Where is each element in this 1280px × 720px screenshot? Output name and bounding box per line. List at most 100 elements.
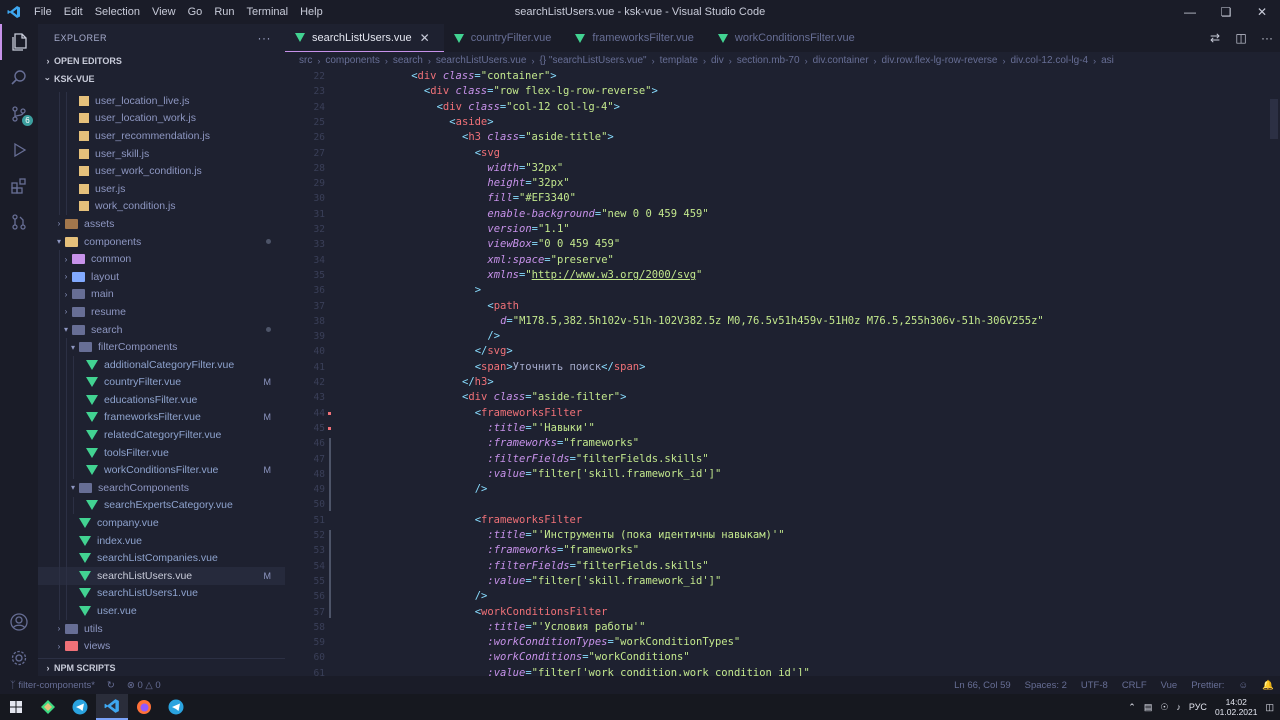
file-item[interactable]: additionalCategoryFilter.vue — [38, 355, 285, 374]
scrollbar-thumb[interactable] — [1270, 99, 1278, 139]
breadcrumb-item[interactable]: asi — [1101, 55, 1114, 66]
open-editors-section[interactable]: › OPEN EDITORS — [38, 52, 285, 70]
sync-icon[interactable]: ↻ — [107, 680, 115, 691]
pull-requests-icon[interactable] — [0, 204, 38, 240]
windows-start-icon[interactable] — [0, 694, 32, 720]
file-item[interactable]: countryFilter.vue M — [38, 373, 285, 392]
open-changes-icon[interactable]: ⇄ — [1202, 31, 1228, 45]
search-icon[interactable] — [0, 60, 38, 96]
cursor-position[interactable]: Ln 66, Col 59 — [954, 680, 1011, 691]
source-control-icon[interactable]: 6 — [0, 96, 38, 132]
breadcrumb-item[interactable]: template — [660, 55, 698, 66]
code-editor[interactable]: 22 <div class="container"> 23 <div class="r… — [285, 69, 1280, 676]
file-item[interactable]: workConditionsFilter.vue M — [38, 461, 285, 480]
file-item[interactable]: searchExpertsCategory.vue — [38, 496, 285, 515]
breadcrumb-item[interactable]: section.mb-70 — [737, 55, 800, 66]
menu-item-terminal[interactable]: Terminal — [241, 0, 295, 24]
run-debug-icon[interactable] — [0, 132, 38, 168]
project-section[interactable]: › KSK-VUE — [38, 70, 285, 88]
more-actions-icon[interactable]: ··· — [1254, 31, 1280, 45]
sourcetree-app-icon[interactable] — [32, 694, 64, 720]
wifi-icon[interactable]: ☉ — [1160, 702, 1168, 713]
menu-item-edit[interactable]: Edit — [58, 0, 89, 24]
vscode-app-icon[interactable] — [96, 694, 128, 720]
editor-tab[interactable]: frameworksFilter.vue — [565, 24, 707, 52]
telegram-app-icon-2[interactable] — [160, 694, 192, 720]
prettier-status[interactable]: Prettier: — [1191, 680, 1224, 691]
file-item[interactable]: toolsFilter.vue — [38, 443, 285, 462]
language-indicator[interactable]: РУС — [1189, 702, 1207, 712]
maximize-icon[interactable]: ❏ — [1208, 0, 1244, 24]
menu-item-go[interactable]: Go — [182, 0, 209, 24]
breadcrumb-item[interactable]: div.col-12.col-lg-4 — [1010, 55, 1088, 66]
tray-expand-icon[interactable]: ⌃ — [1128, 702, 1136, 713]
folder-item[interactable]: › assets — [38, 215, 285, 233]
file-item[interactable]: searchListUsers1.vue — [38, 584, 285, 603]
account-icon[interactable] — [0, 604, 38, 640]
breadcrumb-item[interactable]: search — [393, 55, 423, 66]
close-tab-icon[interactable]: ✕ — [420, 31, 430, 45]
split-editor-icon[interactable]: ◫ — [1228, 31, 1254, 45]
folder-item[interactable]: › views — [38, 637, 285, 655]
clock[interactable]: 14:02 01.02.2021 — [1215, 697, 1258, 717]
file-item[interactable]: user.vue — [38, 602, 285, 620]
npm-scripts-section[interactable]: › NPM SCRIPTS — [38, 658, 285, 676]
feedback-icon[interactable]: ☺ — [1238, 680, 1248, 691]
minimap[interactable] — [1268, 69, 1280, 676]
folder-item[interactable]: › utils — [38, 620, 285, 638]
file-item[interactable]: work_condition.js — [38, 197, 285, 216]
breadcrumb-item[interactable]: {} "searchListUsers.vue" — [539, 55, 646, 66]
close-icon[interactable]: ✕ — [1244, 0, 1280, 24]
file-item[interactable]: index.vue — [38, 531, 285, 550]
menu-item-file[interactable]: File — [28, 0, 58, 24]
branch-status[interactable]: ᛉ filter-components* — [10, 680, 95, 691]
editor-tab[interactable]: searchListUsers.vue ✕ — [285, 24, 444, 52]
firefox-app-icon[interactable] — [128, 694, 160, 720]
editor-tab[interactable]: countryFilter.vue — [444, 24, 566, 52]
file-item[interactable]: user_work_condition.js — [38, 162, 285, 180]
file-item[interactable]: user_location_work.js — [38, 109, 285, 128]
telegram-app-icon[interactable] — [64, 694, 96, 720]
folder-item[interactable]: ▾ searchComponents — [38, 479, 285, 497]
breadcrumb-item[interactable]: div — [711, 55, 724, 66]
menu-item-view[interactable]: View — [146, 0, 182, 24]
file-item[interactable]: searchListUsers.vue M — [38, 567, 285, 585]
file-item[interactable]: relatedCategoryFilter.vue — [38, 426, 285, 444]
settings-gear-icon[interactable] — [0, 640, 38, 676]
menu-item-help[interactable]: Help — [294, 0, 329, 24]
language-mode[interactable]: Vue — [1161, 680, 1178, 691]
breadcrumb-item[interactable]: components — [325, 55, 379, 66]
file-item[interactable]: user_recommendation.js — [38, 127, 285, 145]
folder-item[interactable]: ▾ search — [38, 320, 285, 339]
volume-icon[interactable]: ♪ — [1176, 702, 1181, 712]
notification-center-icon[interactable]: ◫ — [1265, 702, 1274, 713]
file-item[interactable]: educationsFilter.vue — [38, 391, 285, 409]
more-actions-icon[interactable]: ··· — [258, 31, 272, 45]
folder-item[interactable]: › main — [38, 285, 285, 304]
breadcrumb-item[interactable]: div.row.flex-lg-row-reverse — [882, 55, 998, 66]
encoding[interactable]: UTF-8 — [1081, 680, 1108, 691]
folder-item[interactable]: ▾ components — [38, 233, 285, 251]
menu-item-selection[interactable]: Selection — [89, 0, 146, 24]
explorer-icon[interactable] — [0, 24, 38, 60]
breadcrumb-item[interactable]: div.container — [813, 55, 869, 66]
notifications-icon[interactable]: 🔔 — [1262, 680, 1274, 691]
editor-tab[interactable]: workConditionsFilter.vue — [708, 24, 869, 52]
folder-item[interactable]: › layout — [38, 267, 285, 286]
folder-item[interactable]: ▾ filterComponents — [38, 338, 285, 356]
problems-status[interactable]: ⊗ 0 △ 0 — [127, 680, 161, 691]
file-item[interactable]: frameworksFilter.vue M — [38, 408, 285, 427]
folder-item[interactable]: › common — [38, 250, 285, 268]
file-item[interactable]: user_skill.js — [38, 144, 285, 163]
extensions-icon[interactable] — [0, 168, 38, 204]
network-icon[interactable]: ▤ — [1144, 702, 1153, 713]
file-item[interactable]: user.js — [38, 179, 285, 198]
file-item[interactable]: user_location_live.js — [38, 92, 285, 110]
menu-item-run[interactable]: Run — [208, 0, 240, 24]
breadcrumb-item[interactable]: searchListUsers.vue — [436, 55, 527, 66]
minimize-icon[interactable]: — — [1172, 0, 1208, 24]
indentation[interactable]: Spaces: 2 — [1025, 680, 1067, 691]
breadcrumb-item[interactable]: src — [299, 55, 312, 66]
end-of-line[interactable]: CRLF — [1122, 680, 1147, 691]
folder-item[interactable]: › resume — [38, 303, 285, 321]
